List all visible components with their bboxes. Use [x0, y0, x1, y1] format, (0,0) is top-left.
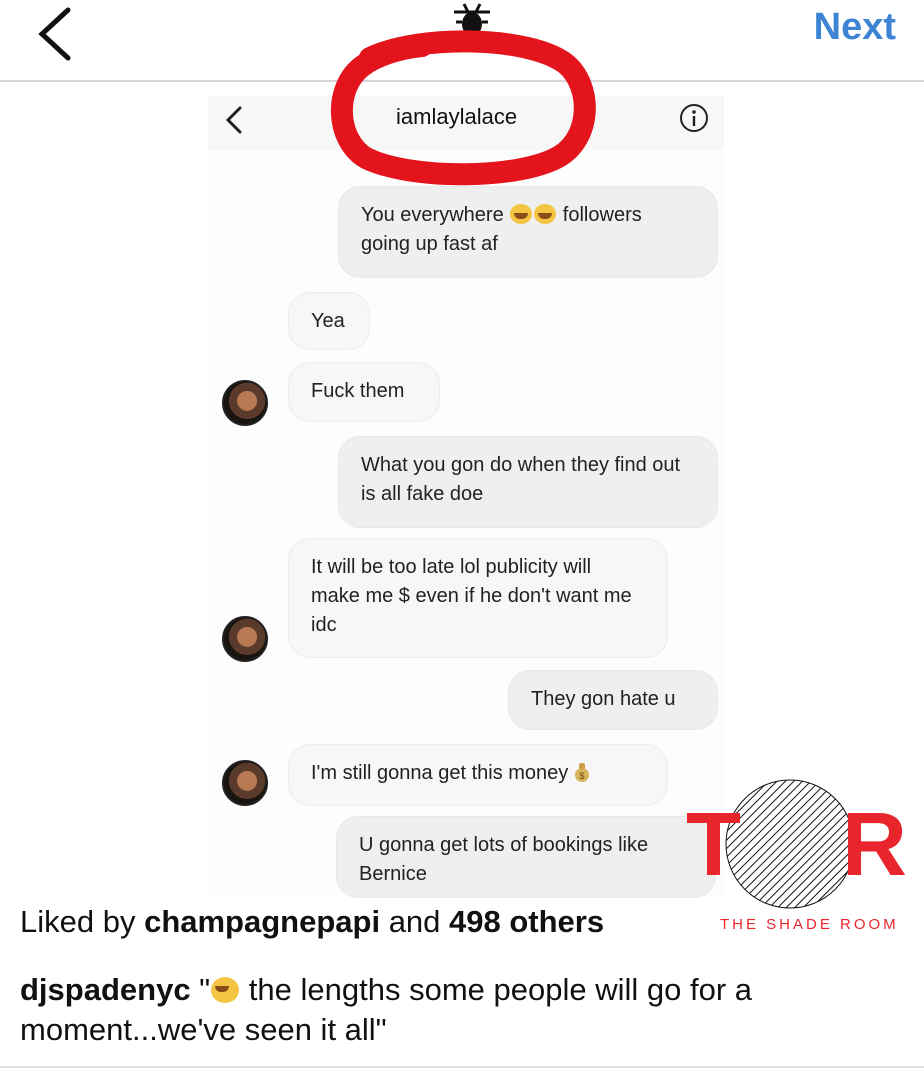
message-bubble-outgoing: You everywhere followers going up fast a…: [338, 186, 718, 278]
message-bubble-incoming: Yea: [288, 292, 370, 350]
avatar: [222, 380, 268, 426]
conversation-username[interactable]: iamlaylalace: [396, 104, 517, 130]
likes-count-link[interactable]: 498 others: [449, 904, 604, 939]
message-bubble-incoming: I'm still gonna get this money $: [288, 744, 668, 806]
info-icon[interactable]: [678, 102, 710, 134]
liked-by-user-link[interactable]: champagnepapi: [144, 904, 380, 939]
bug-icon: [454, 3, 490, 36]
post-caption: djspadenyc " the lengths some people wil…: [20, 972, 752, 1047]
laughing-emoji-icon: [211, 977, 240, 1003]
next-button[interactable]: Next: [814, 6, 896, 49]
avatar: [222, 760, 268, 806]
tsr-logo-letter-r: R: [842, 795, 907, 895]
message-bubble-outgoing: They gon hate u: [508, 670, 718, 730]
message-bubble-incoming: It will be too late lol publicity will m…: [288, 538, 668, 658]
message-bubble-outgoing: What you gon do when they find out is al…: [338, 436, 718, 528]
message-bubble-incoming: Fuck them: [288, 362, 440, 422]
avatar: [222, 616, 268, 662]
likes-line: Liked by champagnepapi and 498 others: [20, 904, 605, 939]
tsr-logo-circle: [725, 779, 855, 909]
caption-username-link[interactable]: djspadenyc: [20, 972, 191, 1007]
back-chevron-icon[interactable]: [30, 6, 80, 62]
message-bubble-outgoing: U gonna get lots of bookings like Bernic…: [336, 816, 716, 898]
money-bag-icon: $: [575, 763, 590, 782]
divider: [0, 1066, 924, 1068]
laughing-emoji-icon: [534, 204, 557, 224]
tsr-logo-caption: THE SHADE ROOM: [720, 916, 899, 933]
conversation-back-icon[interactable]: [222, 104, 246, 136]
laughing-emoji-icon: [510, 204, 533, 224]
svg-text:$: $: [580, 771, 585, 781]
tsr-logo-letter-t: T: [686, 795, 741, 895]
